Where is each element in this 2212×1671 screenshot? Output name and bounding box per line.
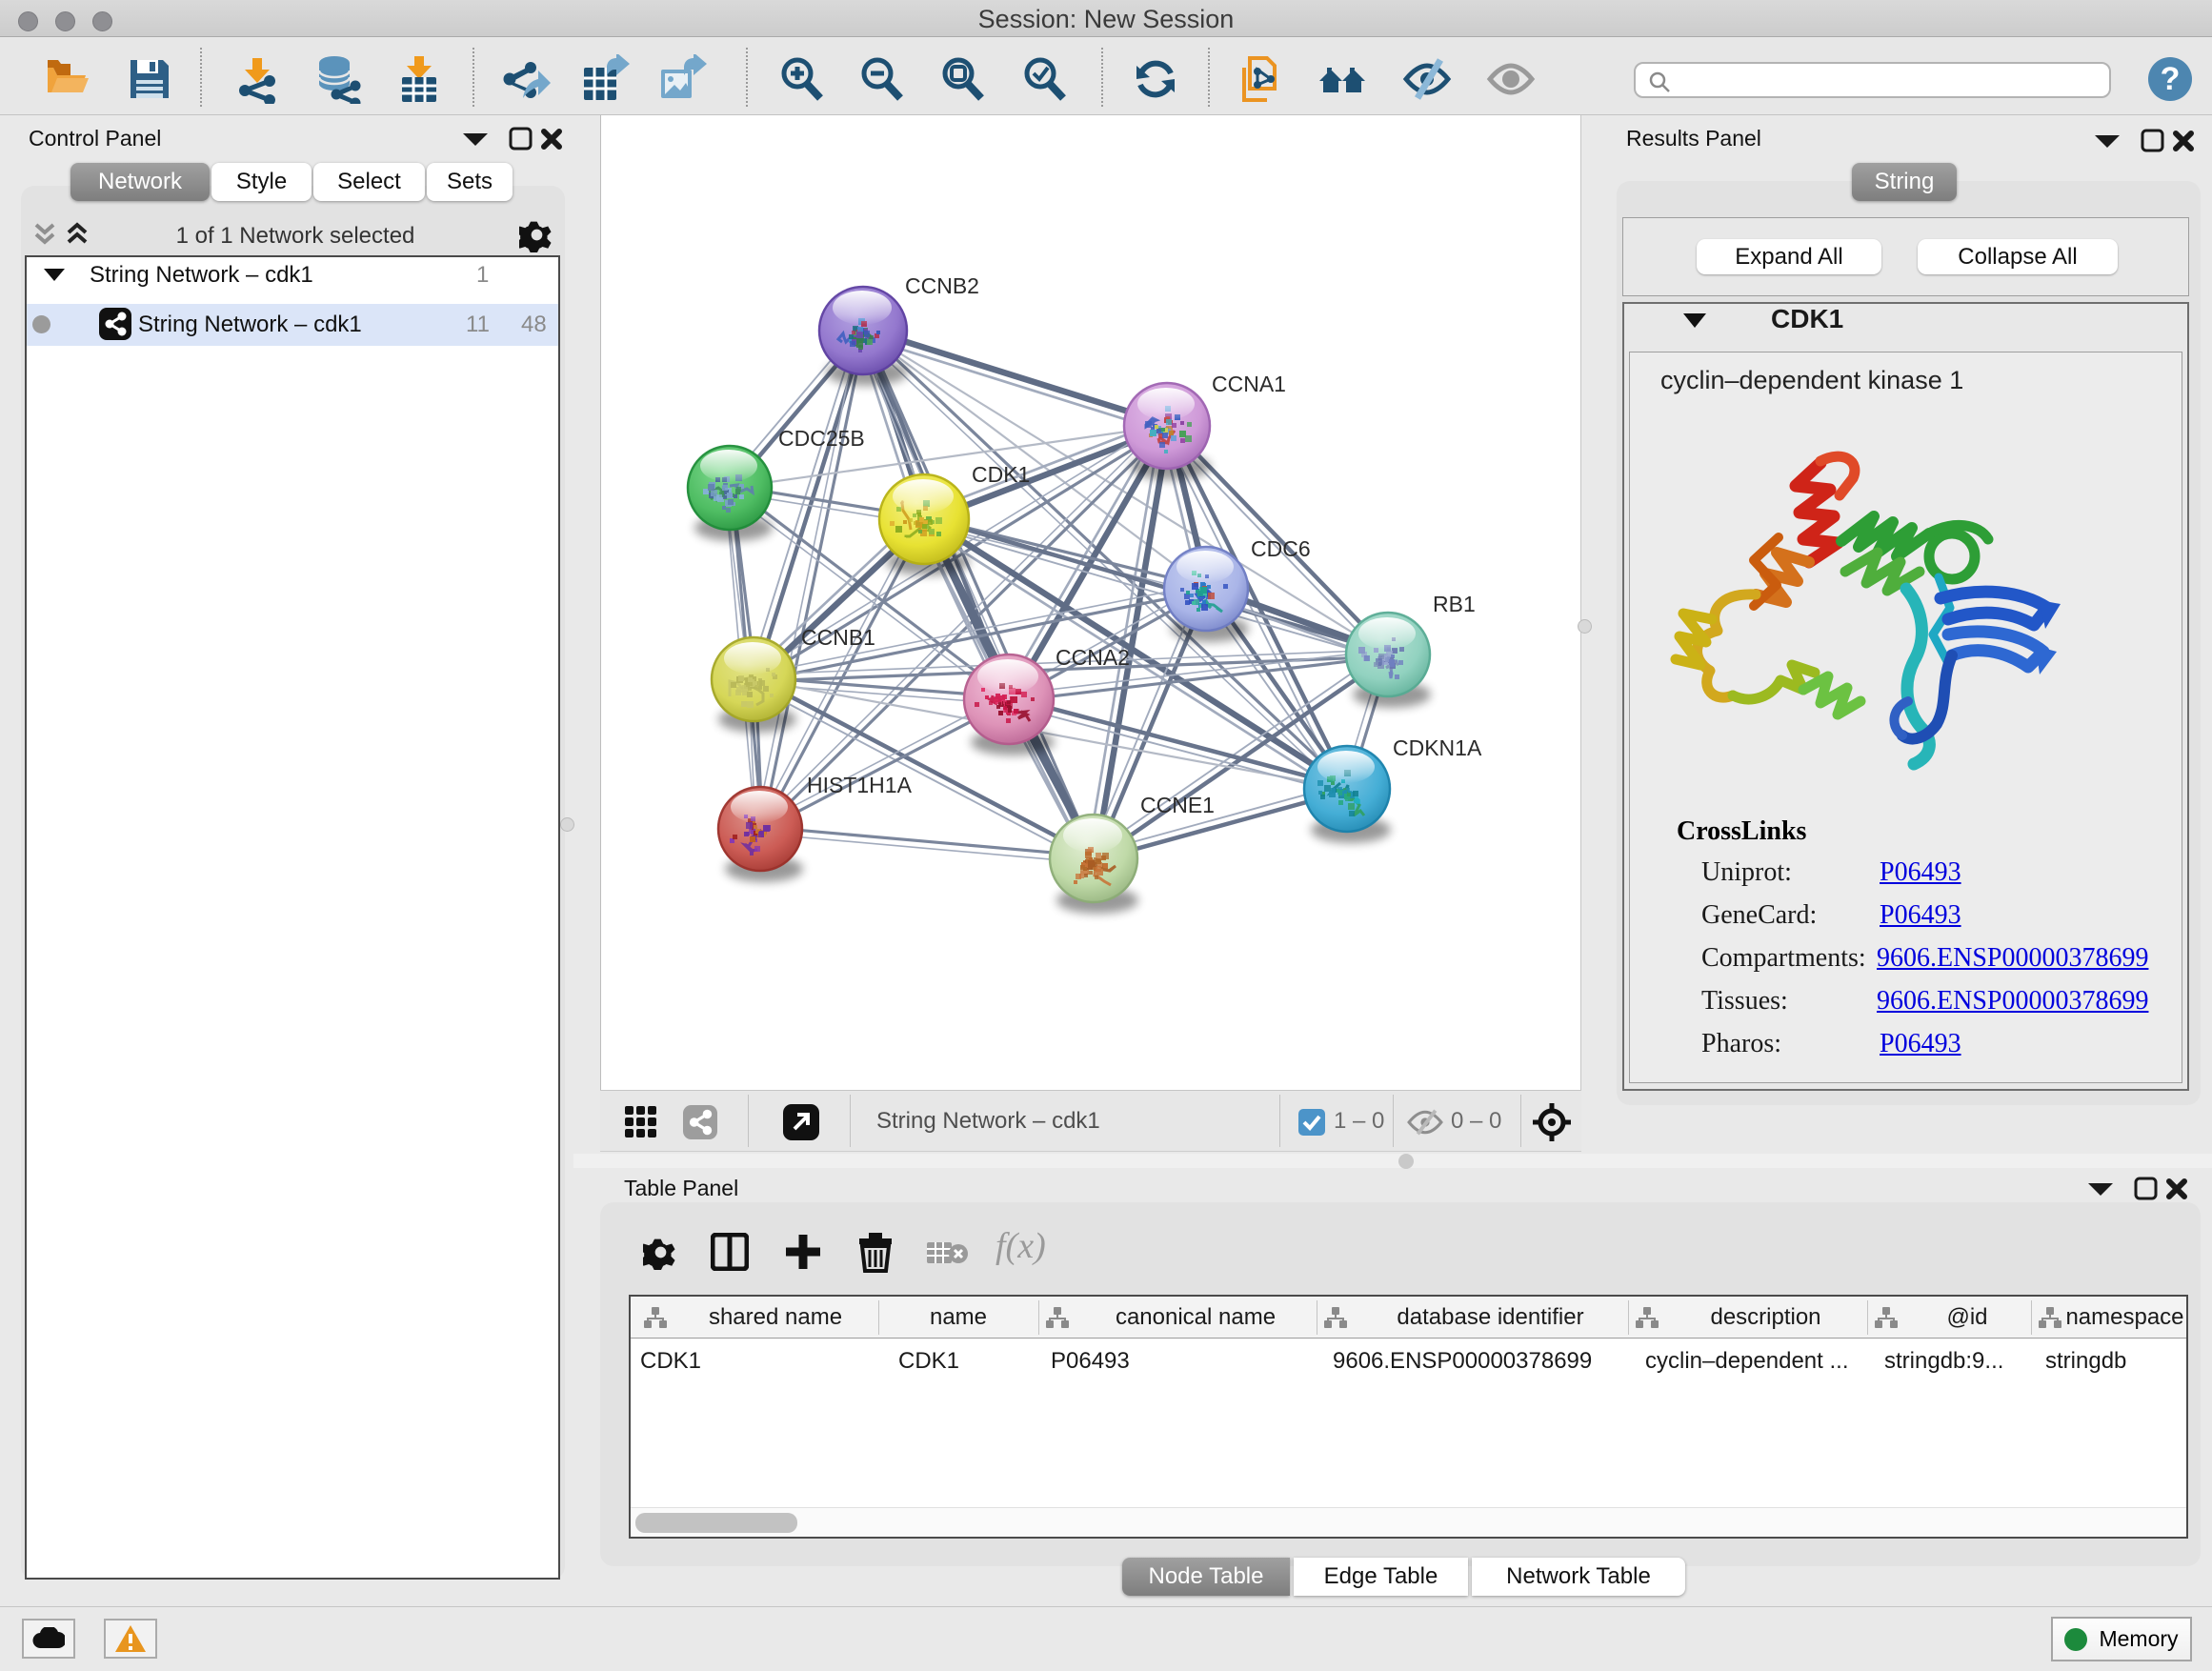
svg-text:CDKN1A: CDKN1A (1393, 735, 1482, 760)
svg-text:CDK1: CDK1 (972, 462, 1030, 487)
svg-text:CDC6: CDC6 (1251, 536, 1311, 561)
svg-text:HIST1H1A: HIST1H1A (807, 773, 913, 797)
svg-text:RB1: RB1 (1433, 592, 1476, 616)
svg-text:CCNB1: CCNB1 (801, 625, 875, 650)
svg-text:CCNB2: CCNB2 (905, 273, 979, 298)
svg-text:CCNE1: CCNE1 (1140, 793, 1215, 817)
svg-text:CCNA2: CCNA2 (1056, 645, 1130, 670)
svg-text:CCNA1: CCNA1 (1212, 372, 1286, 396)
svg-text:CDC25B: CDC25B (778, 426, 865, 451)
svg-text:?: ? (2161, 61, 2181, 97)
